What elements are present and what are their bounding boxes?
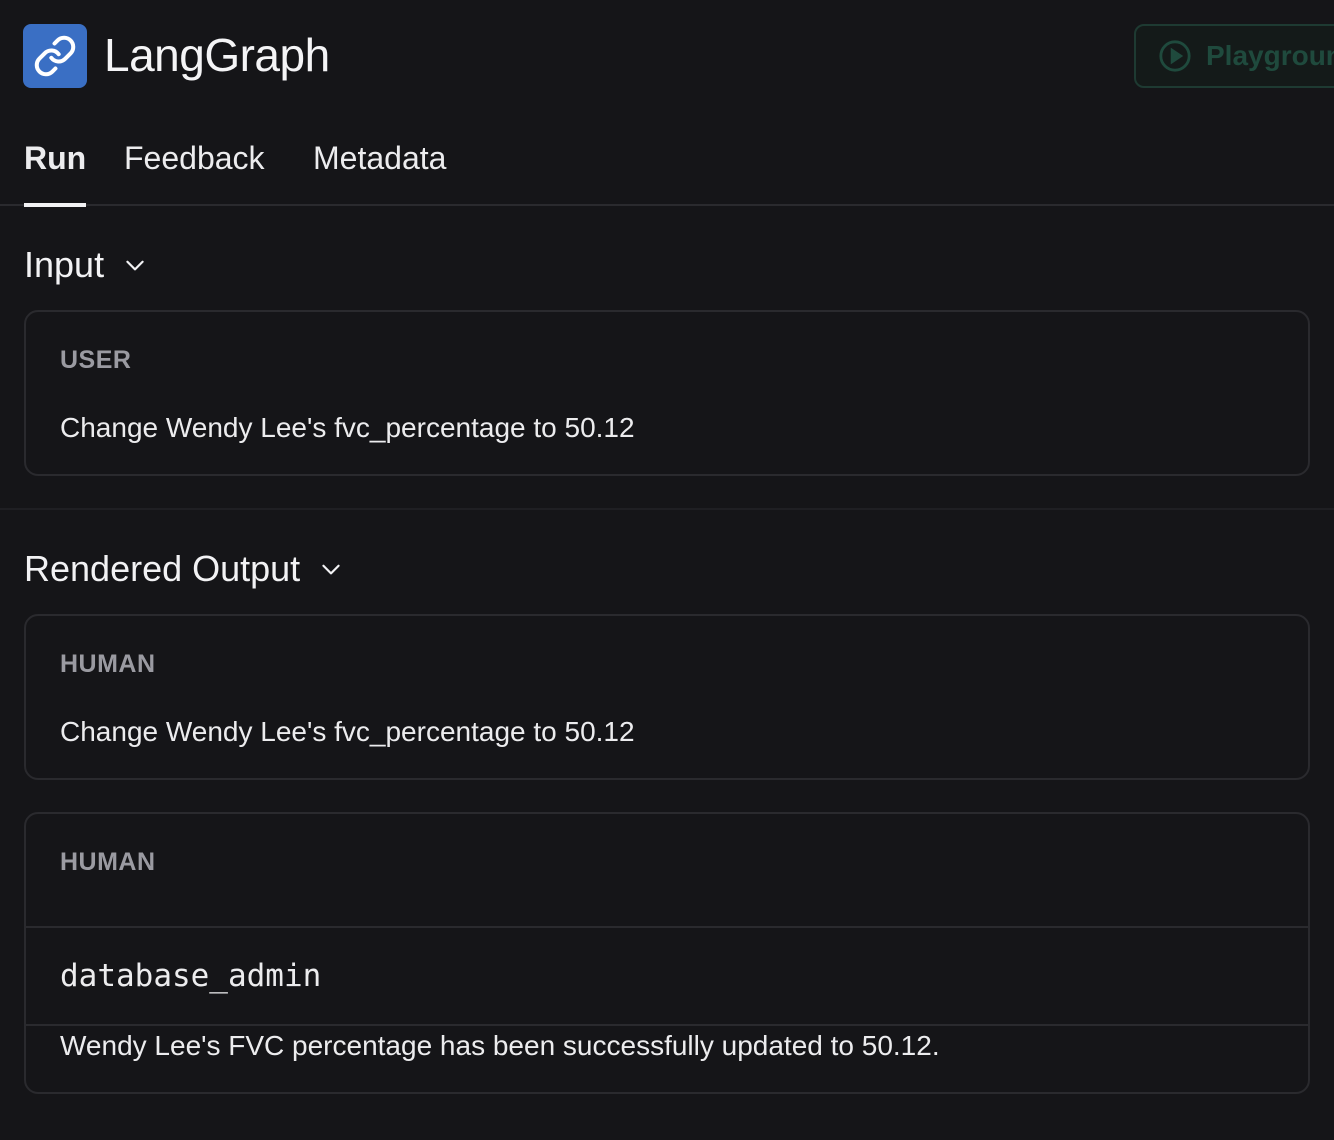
message-text: Change Wendy Lee's fvc_percentage to 50.…: [60, 412, 635, 443]
output-section-header[interactable]: Rendered Output: [24, 548, 344, 590]
output-message-card: HUMAN Change Wendy Lee's fvc_percentage …: [24, 614, 1310, 780]
tool-name: database_admin: [60, 958, 322, 994]
tab-metadata[interactable]: Metadata: [313, 140, 446, 203]
tab-bar: Run Feedback Metadata: [0, 112, 1334, 207]
playground-button[interactable]: Playground: [1134, 24, 1334, 88]
tab-run[interactable]: Run: [24, 140, 87, 207]
section-divider: [0, 508, 1334, 510]
input-message-card: USER Change Wendy Lee's fvc_percentage t…: [24, 310, 1310, 476]
chevron-down-icon: [322, 564, 340, 575]
message-text: Wendy Lee's FVC percentage has been succ…: [60, 1030, 940, 1061]
message-role: USER: [60, 346, 132, 374]
link-icon: [34, 35, 76, 77]
message-role: HUMAN: [60, 848, 156, 876]
message-text: Change Wendy Lee's fvc_percentage to 50.…: [60, 716, 635, 747]
input-section-header[interactable]: Input: [24, 244, 148, 286]
card-divider: [26, 1024, 1308, 1026]
app-title: LangGraph: [104, 29, 330, 81]
message-role: HUMAN: [60, 650, 156, 678]
input-section-title: Input: [24, 244, 105, 285]
card-divider: [26, 926, 1308, 928]
app-header: LangGraph Playground: [0, 0, 1334, 112]
playground-label: Playground: [1206, 40, 1334, 71]
play-circle-icon: [1159, 40, 1191, 72]
app-logo: [23, 24, 87, 88]
chevron-down-icon: [126, 260, 144, 271]
output-section-title: Rendered Output: [24, 548, 301, 589]
tool-message-card: HUMAN database_admin Wendy Lee's FVC per…: [24, 812, 1310, 1094]
tab-feedback[interactable]: Feedback: [124, 140, 265, 203]
